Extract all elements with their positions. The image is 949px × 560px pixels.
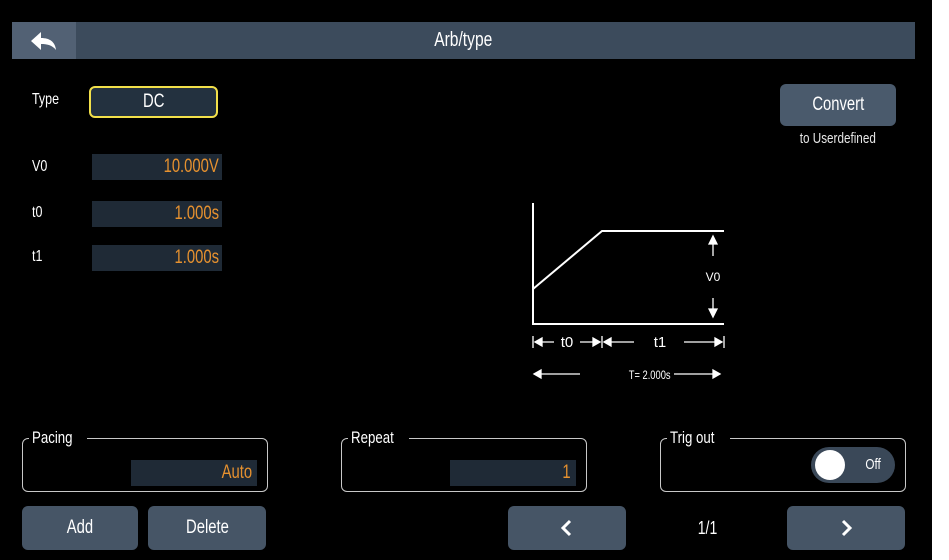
screen: Arb/type Type DC V0 10.000V t0 1.000s t1… xyxy=(0,0,932,560)
t0-label: t0 xyxy=(32,204,43,221)
repeat-label: Repeat xyxy=(348,428,409,448)
pacing-group: Pacing Auto xyxy=(22,428,268,492)
type-label: Type xyxy=(32,91,60,108)
chevron-left-icon xyxy=(560,519,572,537)
t1-label: t1 xyxy=(32,248,43,265)
v0-input[interactable]: 10.000V xyxy=(92,154,222,180)
v0-label: V0 xyxy=(32,158,48,175)
repeat-value[interactable]: 1 xyxy=(450,460,576,486)
title-bar: Arb/type xyxy=(12,22,915,59)
page-title: Arb/type xyxy=(434,29,493,51)
type-select[interactable]: DC xyxy=(89,86,218,118)
repeat-group: Repeat 1 xyxy=(341,428,587,492)
back-button[interactable] xyxy=(12,22,76,59)
diagram-total-label: T= 2.000s xyxy=(629,369,671,382)
chevron-right-icon xyxy=(841,519,853,537)
add-button[interactable]: Add xyxy=(22,506,138,550)
diagram-t0-label: t0 xyxy=(561,334,574,351)
waveform-diagram: V0 t0 t1 T= 2.000s xyxy=(532,203,725,382)
back-arrow-icon xyxy=(31,31,56,50)
convert-sublabel: to Userdefined xyxy=(799,130,877,147)
page-indicator: 1/1 xyxy=(698,517,718,538)
prev-page-button[interactable] xyxy=(508,506,626,550)
diagram-v0-label: V0 xyxy=(706,270,721,284)
delete-button[interactable]: Delete xyxy=(148,506,266,550)
toggle-knob xyxy=(815,450,845,480)
pacing-label: Pacing xyxy=(29,428,87,448)
t1-input[interactable]: 1.000s xyxy=(92,245,222,271)
pacing-value[interactable]: Auto xyxy=(131,460,257,486)
trig-out-label: Trig out xyxy=(667,428,731,448)
next-page-button[interactable] xyxy=(787,506,905,550)
trig-out-group: Trig out Off xyxy=(660,428,906,492)
t0-input[interactable]: 1.000s xyxy=(92,201,222,227)
toggle-state: Off xyxy=(865,456,881,473)
trig-out-toggle[interactable]: Off xyxy=(811,447,895,483)
convert-button[interactable]: Convert xyxy=(780,84,896,126)
diagram-t1-label: t1 xyxy=(654,334,667,351)
diagram-waveform xyxy=(532,230,724,290)
